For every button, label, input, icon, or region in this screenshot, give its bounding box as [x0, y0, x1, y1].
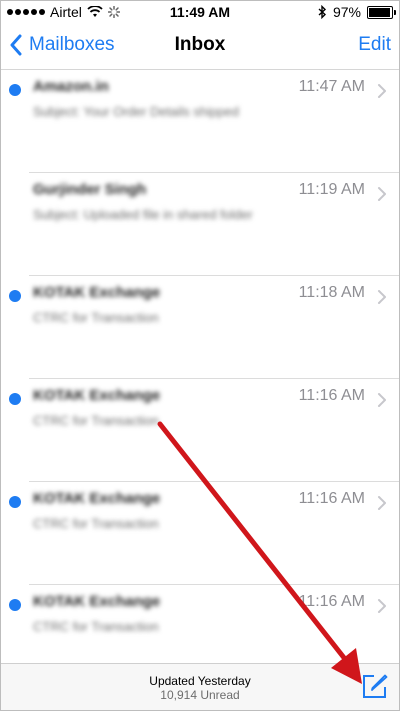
message-list: Amazon.in Subject: Your Order Details shi… — [1, 70, 399, 688]
chevron-right-icon — [378, 599, 386, 613]
message-preview: Subject: Your Order Details shipped — [33, 104, 239, 119]
battery-percent: 97% — [332, 4, 361, 20]
message-time: 11:18 AM — [298, 284, 365, 301]
message-time: 11:16 AM — [298, 490, 365, 507]
message-preview: CTRC for Transaction — [33, 413, 159, 428]
unread-indicator — [9, 290, 21, 302]
unread-count: 10,914 Unread — [160, 688, 240, 702]
message-sender: KOTAK Exchange — [33, 387, 161, 404]
message-row[interactable]: KOTAK Exchange CTRC for Transaction 11:18 … — [1, 276, 399, 379]
message-sender: KOTAK Exchange — [33, 593, 161, 610]
status-right: 97% — [318, 4, 396, 20]
message-time: 11:19 AM — [298, 181, 365, 198]
message-time: 11:47 AM — [298, 78, 365, 95]
message-row[interactable]: KOTAK Exchange CTRC for Transaction 11:16 … — [1, 379, 399, 482]
message-preview: CTRC for Transaction — [33, 619, 159, 634]
unread-indicator — [9, 496, 21, 508]
chevron-right-icon — [378, 187, 386, 201]
message-row[interactable]: KOTAK Exchange CTRC for Transaction 11:16 … — [1, 482, 399, 585]
chevron-right-icon — [378, 84, 386, 98]
back-button[interactable]: Mailboxes — [9, 34, 115, 56]
battery-icon — [367, 5, 396, 19]
chevron-right-icon — [378, 393, 386, 407]
bluetooth-icon — [318, 5, 326, 19]
message-sender: KOTAK Exchange — [33, 490, 161, 507]
compose-icon[interactable] — [361, 672, 389, 700]
message-row[interactable]: Gurjinder Singh Subject: Uploaded file in… — [1, 173, 399, 276]
message-sender: Gurjinder Singh — [33, 181, 147, 198]
chevron-right-icon — [378, 290, 386, 304]
iphone-screen: Airtel 11:49 AM 97% Mailboxes Inbox Edit… — [0, 0, 400, 711]
message-time: 11:16 AM — [298, 387, 365, 404]
message-preview: Subject: Uploaded file in shared folder — [33, 207, 253, 222]
status-bar: Airtel 11:49 AM 97% — [1, 1, 399, 23]
unread-indicator — [9, 393, 21, 405]
message-sender: KOTAK Exchange — [33, 284, 161, 301]
message-sender: Amazon.in — [33, 78, 109, 95]
chevron-right-icon — [378, 496, 386, 510]
battery-level — [369, 7, 391, 17]
unread-indicator — [9, 599, 21, 611]
update-status: Updated Yesterday — [149, 674, 251, 688]
message-time: 11:16 AM — [298, 593, 365, 610]
navigation-bar: Mailboxes Inbox Edit — [1, 23, 399, 70]
message-row[interactable]: Amazon.in Subject: Your Order Details shi… — [1, 70, 399, 173]
unread-indicator — [9, 84, 21, 96]
message-preview: CTRC for Transaction — [33, 310, 159, 325]
edit-button[interactable]: Edit — [358, 34, 391, 56]
back-label: Mailboxes — [29, 34, 115, 55]
chevron-left-icon — [10, 34, 22, 56]
message-preview: CTRC for Transaction — [33, 516, 159, 531]
bottom-toolbar: Updated Yesterday 10,914 Unread — [1, 663, 399, 710]
